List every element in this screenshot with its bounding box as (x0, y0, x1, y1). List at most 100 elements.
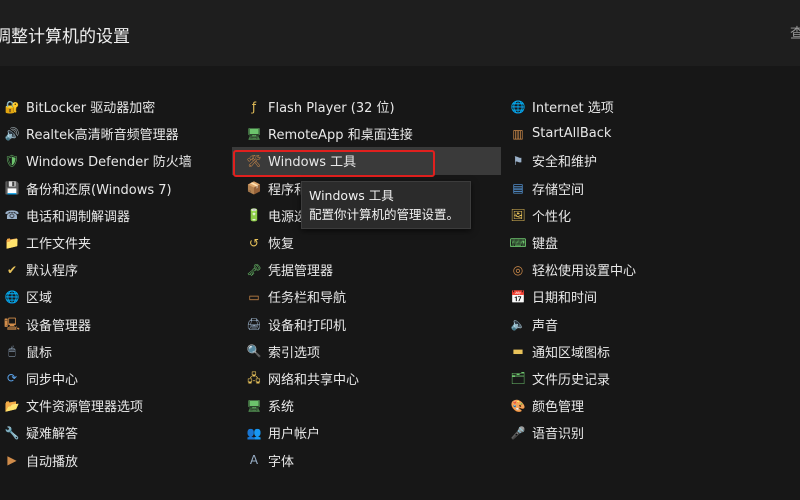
control-panel-item[interactable]: 🖨 设备和打印机 (246, 311, 501, 338)
item-label: 恢复 (268, 237, 295, 253)
control-panel-item[interactable]: ▶ 自动播放 (4, 446, 229, 473)
item-label: 区域 (26, 291, 53, 307)
troubleshoot-icon: 🔧 (4, 425, 20, 440)
item-label: 疑难解答 (26, 427, 79, 443)
item-label: 键盘 (532, 237, 559, 253)
control-panel-item[interactable]: 🖧 网络和共享中心 (246, 365, 501, 392)
control-panel-item[interactable]: 🗂 文件历史记录 (510, 365, 750, 392)
speech-recognition-icon: 🎤 (510, 425, 526, 440)
control-panel-item[interactable]: 🌐 区域 (4, 283, 229, 310)
control-panel-item[interactable]: 📂 文件资源管理器选项 (4, 392, 229, 419)
color-management-icon: 🎨 (510, 398, 526, 413)
control-panel-item[interactable]: 🗝 凭据管理器 (246, 256, 501, 283)
item-label: 设备管理器 (26, 318, 92, 334)
storage-spaces-icon: ▤ (512, 181, 524, 196)
control-panel-item[interactable]: 🖥 RemoteApp 和桌面连接 (246, 120, 501, 147)
item-label: 文件历史记录 (532, 372, 611, 388)
control-panel-item[interactable]: ▬ 通知区域图标 (510, 338, 750, 365)
item-label: Windows Defender 防火墙 (26, 155, 192, 171)
user-accounts-icon: 👥 (246, 425, 262, 440)
notification-area-icon: ▬ (512, 344, 524, 359)
device-manager-icon: 🖳 (4, 317, 21, 332)
control-panel-item[interactable]: A 字体 (246, 446, 501, 473)
item-label: 任务栏和导航 (268, 291, 347, 307)
item-label: 轻松使用设置中心 (532, 264, 637, 280)
item-label: BitLocker 驱动器加密 (26, 101, 156, 117)
item-label: StartAllBack (532, 126, 612, 142)
control-panel-item[interactable]: ⌨ 键盘 (509, 229, 750, 256)
control-panel-item[interactable]: 🔧 疑难解答 (4, 419, 229, 446)
fonts-icon: A (249, 453, 259, 468)
taskbar-icon: ▭ (248, 289, 260, 304)
phone-modem-icon: ☎ (4, 208, 20, 223)
control-panel-item[interactable]: 🖳 设备管理器 (4, 311, 229, 338)
control-panel-item[interactable]: 💾 备份和还原(Windows 7) (4, 175, 229, 202)
item-label: 默认程序 (26, 264, 79, 280)
control-panel-item[interactable]: 🎨 颜色管理 (510, 392, 750, 419)
control-panel-item[interactable]: ƒ Flash Player (32 位) (246, 93, 501, 120)
control-panel-item[interactable]: 📅 日期和时间 (510, 283, 750, 310)
security-maintenance-icon: ⚑ (512, 153, 524, 168)
keyboard-icon: ⌨ (509, 235, 527, 250)
item-label: 自动播放 (26, 454, 79, 470)
items-column-1: 🔐 BitLocker 驱动器加密 🔊 Realtek高清晰音频管理器 🛡 Windows… (4, 93, 229, 474)
flash-player-icon: ƒ (251, 99, 257, 114)
control-panel-item[interactable]: 🖥 系统 (246, 392, 501, 419)
sync-center-icon: ⟳ (6, 371, 18, 386)
control-panel-item[interactable]: 🛡 Windows Defender 防火墙 (4, 147, 229, 174)
tooltip-description: 配置你计算机的管理设置。 (309, 207, 460, 222)
control-panel-item[interactable]: 👥 用户帐户 (246, 419, 501, 446)
control-panel-item[interactable]: ☎ 电话和调制解调器 (4, 202, 229, 229)
item-label: 网络和共享中心 (268, 372, 360, 388)
item-label: Realtek高清晰音频管理器 (26, 128, 179, 144)
item-label: 存储空间 (532, 182, 585, 198)
file-history-icon: 🗂 (510, 371, 526, 386)
control-panel-item[interactable]: 🛠 Windows 工具 (232, 147, 501, 175)
control-panel-item[interactable]: ↺ 恢复 (246, 229, 501, 256)
item-label: 用户帐户 (268, 427, 321, 443)
printer-icon: 🖨 (246, 317, 262, 332)
control-panel-item[interactable]: ▭ 任务栏和导航 (246, 283, 501, 310)
view-by-label[interactable]: 查 (790, 23, 800, 43)
control-panel-item[interactable]: ⚑ 安全和维护 (510, 147, 750, 174)
control-panel-item[interactable]: 🎤 语音识别 (510, 419, 750, 446)
date-time-icon: 📅 (510, 289, 526, 304)
control-panel-header: 调整计算机的设置 查 (0, 0, 800, 67)
tooltip: Windows 工具 配置你计算机的管理设置。 (301, 181, 471, 229)
control-panel-item[interactable]: ◎ 轻松使用设置中心 (510, 256, 750, 283)
items-column-3: 🌐 Internet 选项 ▥ StartAllBack ⚑ 安全和维护 ▤ 存储空间 🖼 个性化… (509, 93, 750, 446)
control-panel-item[interactable]: 🔐 BitLocker 驱动器加密 (4, 93, 229, 120)
region-icon: 🌐 (4, 289, 20, 304)
item-label: 通知区域图标 (532, 345, 611, 361)
item-label: 电话和调制解调器 (26, 209, 131, 225)
item-label: 工作文件夹 (26, 237, 92, 253)
item-label: 语音识别 (532, 427, 585, 443)
control-panel-item[interactable]: 🌐 Internet 选项 (510, 93, 750, 120)
control-panel-item[interactable]: ✔ 默认程序 (4, 256, 229, 283)
item-label: 凭据管理器 (268, 264, 334, 280)
control-panel-item[interactable]: ⟳ 同步中心 (4, 365, 229, 392)
item-label: Flash Player (32 位) (268, 101, 395, 117)
default-programs-icon: ✔ (6, 262, 18, 277)
control-panel-item[interactable]: 🔊 Realtek高清晰音频管理器 (4, 120, 229, 147)
control-panel-item[interactable]: 🖱 鼠标 (4, 338, 229, 365)
power-options-icon: 🔋 (246, 208, 262, 223)
control-panel-item[interactable]: 📁 工作文件夹 (4, 229, 229, 256)
control-panel-item[interactable]: 🔈 声音 (510, 311, 750, 338)
startallback-icon: ▥ (512, 126, 524, 141)
items-column-2: ƒ Flash Player (32 位) 🖥 RemoteApp 和桌面连接 🛠 Win… (232, 93, 501, 474)
firewall-icon: 🛡 (4, 153, 20, 168)
work-folders-icon: 📁 (4, 235, 20, 250)
ease-of-access-icon: ◎ (512, 262, 524, 277)
item-label: 文件资源管理器选项 (26, 400, 144, 416)
tooltip-title: Windows 工具 (309, 188, 394, 203)
item-label: Windows 工具 (268, 155, 357, 171)
item-label: 声音 (532, 318, 559, 334)
control-panel-item[interactable]: ▤ 存储空间 (510, 175, 750, 202)
control-panel-item[interactable]: 🖼 个性化 (510, 202, 750, 229)
credential-manager-icon: 🗝 (246, 262, 262, 277)
control-panel-item[interactable]: ▥ StartAllBack (510, 120, 750, 147)
control-panel-item[interactable]: 🔍 索引选项 (246, 338, 501, 365)
network-icon: 🖧 (247, 371, 261, 386)
item-label: 设备和打印机 (268, 318, 347, 334)
